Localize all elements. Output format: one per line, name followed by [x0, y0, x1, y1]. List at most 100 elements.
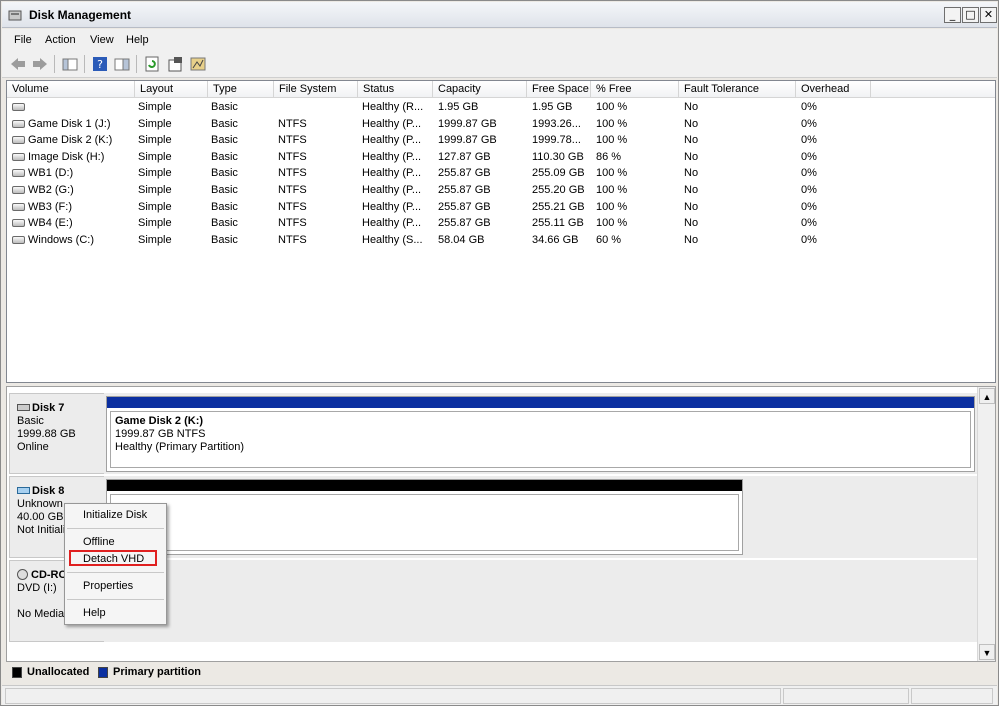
close-button[interactable]: ✕	[980, 7, 997, 23]
status-segment-main	[5, 688, 781, 704]
volume-row[interactable]: Game Disk 2 (K:) Simple Basic NTFS Healthy (…	[7, 132, 995, 148]
volume-cell-text: 255.20 GB	[532, 184, 585, 196]
volume-cell-text: Simple	[138, 233, 172, 246]
volume-cell-text: 1999.78...	[532, 134, 581, 147]
column-header-volume[interactable]: Volume	[7, 81, 135, 98]
cdrom-name: CD-RO	[31, 569, 68, 581]
column-header-fault-tolerance[interactable]: Fault Tolerance	[679, 81, 796, 98]
volume-row[interactable]: WB3 (F:) Simple Basic NTFS Healthy (P... 255.…	[7, 199, 995, 215]
volume-cell-status: Healthy (P...	[362, 134, 421, 146]
menu-file[interactable]: File	[14, 34, 32, 46]
volume-cell-text: Windows (C:)	[28, 233, 95, 246]
volume-list[interactable]: Volume Layout Type File System Status Ca…	[6, 80, 996, 383]
minimize-button[interactable]: _	[944, 7, 961, 23]
maximize-button[interactable]: □	[962, 7, 979, 23]
menu-view[interactable]: View	[90, 34, 114, 46]
volume-drive-icon	[12, 219, 25, 228]
volume-cell-text: 0%	[801, 200, 817, 213]
disk-7-name: Disk 7	[32, 402, 65, 414]
scroll-up-arrow-icon[interactable]: ▲	[979, 388, 995, 404]
column-header-overhead[interactable]: Overhead	[796, 81, 871, 98]
volume-cell-text: No	[684, 200, 699, 213]
volume-cell-fault-tolerance: No	[684, 201, 698, 213]
column-header-percent-free[interactable]: % Free	[591, 81, 679, 98]
volume-cell-layout: Simple	[138, 234, 172, 246]
column-header-status[interactable]: Status	[358, 81, 433, 98]
volume-cell-free-space: 1.95 GB	[532, 101, 572, 113]
volume-cell-text: 100 %	[596, 184, 628, 196]
column-header-free-space[interactable]: Free Space	[527, 81, 591, 98]
help-icon[interactable]: ?	[90, 55, 110, 73]
properties-icon[interactable]	[165, 55, 185, 73]
menu-help[interactable]: Help	[126, 34, 149, 46]
menu-offline[interactable]: Offline	[83, 536, 115, 548]
volume-cell-text: 1999.87 GB	[438, 117, 497, 130]
volume-cell-text: Simple	[138, 184, 172, 196]
partition-status: Healthy (Primary Partition)	[115, 441, 244, 453]
column-header-layout[interactable]: Layout	[135, 81, 208, 98]
volume-cell-overhead: 0%	[801, 234, 817, 246]
back-arrow-icon[interactable]	[8, 55, 28, 73]
action-pane-icon[interactable]	[112, 55, 132, 73]
volume-row[interactable]: Windows (C:) Simple Basic NTFS Healthy (S...…	[7, 232, 995, 248]
volume-row[interactable]: Simple Basic Healthy (R... 1.95 GB 1.95 GB 10…	[7, 99, 995, 115]
menu-bar: File Action View Help	[2, 29, 997, 51]
rescan-icon[interactable]	[188, 55, 208, 73]
volume-cell-status: Healthy (P...	[362, 217, 421, 229]
volume-row[interactable]: WB1 (D:) Simple Basic NTFS Healthy (P... 255.…	[7, 165, 995, 181]
primary-partition-bar	[107, 397, 974, 408]
volume-cell-text: Healthy (P...	[362, 117, 422, 130]
volume-cell--free: 86 %	[596, 151, 621, 163]
column-header-type[interactable]: Type	[208, 81, 274, 98]
disk-7-status: Online	[17, 441, 49, 453]
status-segment-2	[783, 688, 909, 704]
unallocated-bar	[107, 480, 742, 491]
svg-text:?: ?	[97, 58, 103, 71]
volume-cell--free: 100 %	[596, 184, 627, 196]
menu-help-item[interactable]: Help	[83, 607, 106, 619]
volume-cell-capacity: 255.87 GB	[438, 217, 491, 229]
volume-cell-free-space: 1999.78...	[532, 134, 581, 146]
column-header-filesystem[interactable]: File System	[274, 81, 358, 98]
volume-cell-text: Basic	[211, 150, 238, 163]
unallocated-space[interactable]	[106, 479, 743, 555]
volume-cell-layout: Simple	[138, 118, 172, 130]
disk-context-menu: Initialize Disk Offline Detach VHD Prope…	[64, 503, 167, 625]
menu-action[interactable]: Action	[45, 34, 76, 46]
volume-row[interactable]: WB4 (E:) Simple Basic NTFS Healthy (P... 255.…	[7, 215, 995, 231]
volume-cell-fault-tolerance: No	[684, 167, 698, 179]
volume-cell-file-system: NTFS	[278, 184, 307, 196]
volume-cell-text: Basic	[211, 184, 238, 196]
volume-cell-text: No	[684, 217, 699, 230]
volume-cell-text: 1993.26...	[532, 117, 581, 130]
unallocated-swatch	[12, 667, 22, 678]
disk-7-label[interactable]: Disk 7 Basic 1999.88 GB Online	[9, 393, 105, 474]
volume-cell-text: 255.87 GB	[438, 184, 491, 196]
volume-cell-text: Healthy (S...	[362, 233, 423, 246]
volume-cell-volume: Windows (C:)	[12, 234, 94, 246]
partition-game-disk-2[interactable]: Game Disk 2 (K:) 1999.87 GB NTFS Healthy…	[106, 396, 975, 472]
volume-cell-text: Healthy (P...	[362, 150, 422, 163]
volume-cell-text: NTFS	[278, 150, 307, 163]
volume-row[interactable]: WB2 (G:) Simple Basic NTFS Healthy (P... 255.…	[7, 182, 995, 198]
volume-cell-file-system: NTFS	[278, 167, 307, 179]
volume-cell-status: Healthy (P...	[362, 151, 421, 163]
volume-cell-text: 255.87 GB	[438, 200, 491, 213]
volume-drive-icon	[12, 186, 25, 194]
column-header-capacity[interactable]: Capacity	[433, 81, 527, 98]
menu-properties[interactable]: Properties	[83, 580, 133, 592]
forward-arrow-icon[interactable]	[30, 55, 50, 73]
disk-7-type: Basic	[17, 415, 44, 427]
refresh-icon[interactable]	[142, 55, 162, 73]
volume-cell-text: Basic	[211, 167, 238, 180]
volume-row[interactable]: Image Disk (H:) Simple Basic NTFS Healthy (P…	[7, 149, 995, 165]
volume-cell-text: WB2 (G:)	[28, 184, 74, 196]
menu-detach-vhd[interactable]: Detach VHD	[83, 553, 144, 565]
scroll-down-arrow-icon[interactable]: ▼	[979, 644, 995, 660]
volume-row[interactable]: Game Disk 1 (J:) Simple Basic NTFS Healthy (…	[7, 116, 995, 132]
console-tree-icon[interactable]	[60, 55, 80, 73]
graph-scrollbar[interactable]: ▲ ▼	[977, 387, 995, 661]
volume-cell-free-space: 255.11 GB	[532, 217, 584, 229]
volume-cell-text: 110.30 GB	[532, 150, 584, 163]
menu-initialize-disk[interactable]: Initialize Disk	[83, 509, 147, 521]
